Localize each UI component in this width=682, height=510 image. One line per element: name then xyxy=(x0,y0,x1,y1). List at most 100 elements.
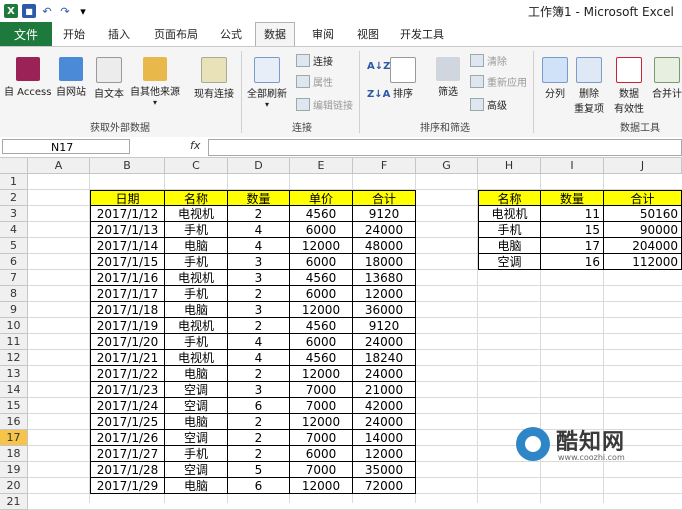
table-cell[interactable]: 6000 xyxy=(290,254,353,270)
row-header-18[interactable]: 18 xyxy=(0,446,28,462)
filter-button[interactable]: 筛选 xyxy=(436,57,460,98)
row-header-4[interactable]: 4 xyxy=(0,222,28,238)
table-cell[interactable]: 2017/1/15 xyxy=(90,254,165,270)
table-cell[interactable]: 2017/1/12 xyxy=(90,206,165,222)
table-cell[interactable]: 2017/1/22 xyxy=(90,366,165,382)
table-cell[interactable]: 3 xyxy=(228,302,290,318)
table-cell[interactable]: 13680 xyxy=(353,270,416,286)
row-header-7[interactable]: 7 xyxy=(0,270,28,286)
insert-function-icon[interactable]: fx xyxy=(190,139,200,152)
table-cell[interactable]: 2017/1/16 xyxy=(90,270,165,286)
row-header-16[interactable]: 16 xyxy=(0,414,28,430)
table-cell[interactable]: 2 xyxy=(228,414,290,430)
row-header-17[interactable]: 17 xyxy=(0,430,28,446)
save-icon[interactable]: ■ xyxy=(22,4,36,18)
table-cell[interactable]: 电视机 xyxy=(165,206,228,222)
row-header-8[interactable]: 8 xyxy=(0,286,28,302)
sort-button[interactable]: 排序 xyxy=(390,57,416,100)
column-header-i[interactable]: I xyxy=(541,158,604,174)
column-header-h[interactable]: H xyxy=(478,158,541,174)
row-header-12[interactable]: 12 xyxy=(0,350,28,366)
text-to-columns-button[interactable]: 分列 xyxy=(542,57,568,100)
table-cell[interactable]: 6 xyxy=(228,478,290,494)
summary-cell[interactable]: 手机 xyxy=(478,222,541,238)
advanced-filter-button[interactable]: 高级 xyxy=(470,97,507,112)
summary-header-cell[interactable]: 合计 xyxy=(604,190,682,206)
table-cell[interactable]: 24000 xyxy=(353,366,416,382)
table-cell[interactable]: 电视机 xyxy=(165,270,228,286)
excel-app-icon[interactable]: X xyxy=(4,4,18,18)
tab-developer[interactable]: 开发工具 xyxy=(400,26,444,42)
select-all-corner[interactable] xyxy=(0,158,28,174)
table-cell[interactable]: 4 xyxy=(228,238,290,254)
table-cell[interactable]: 2 xyxy=(228,206,290,222)
row-header-20[interactable]: 20 xyxy=(0,478,28,494)
table-cell[interactable]: 36000 xyxy=(353,302,416,318)
table-cell[interactable]: 24000 xyxy=(353,222,416,238)
summary-cell[interactable]: 16 xyxy=(541,254,604,270)
refresh-all-button[interactable]: 全部刷新 ▾ xyxy=(247,57,287,109)
row-header-3[interactable]: 3 xyxy=(0,206,28,222)
table-cell[interactable]: 空调 xyxy=(165,430,228,446)
summary-cell[interactable]: 11 xyxy=(541,206,604,222)
table-cell[interactable]: 电脑 xyxy=(165,414,228,430)
table-cell[interactable]: 4 xyxy=(228,334,290,350)
data-validation-button[interactable]: 数据 有效性 xyxy=(614,57,644,115)
table-cell[interactable]: 2017/1/20 xyxy=(90,334,165,350)
table-cell[interactable]: 2 xyxy=(228,430,290,446)
from-text-button[interactable]: 自文本 xyxy=(94,57,124,100)
tab-review[interactable]: 审阅 xyxy=(312,26,334,42)
tab-page-layout[interactable]: 页面布局 xyxy=(154,26,198,42)
from-other-sources-button[interactable]: 自其他来源 ▾ xyxy=(130,57,180,107)
table-cell[interactable]: 手机 xyxy=(165,446,228,462)
summary-header-cell[interactable]: 名称 xyxy=(478,190,541,206)
table-cell[interactable]: 6000 xyxy=(290,222,353,238)
table-cell[interactable]: 4560 xyxy=(290,206,353,222)
summary-cell[interactable]: 电视机 xyxy=(478,206,541,222)
column-header-e[interactable]: E xyxy=(290,158,353,174)
row-header-6[interactable]: 6 xyxy=(0,254,28,270)
table-cell[interactable]: 12000 xyxy=(353,446,416,462)
undo-icon[interactable]: ↶ xyxy=(40,4,54,18)
from-web-button[interactable]: 自网站 xyxy=(56,57,86,98)
reapply-button[interactable]: 重新应用 xyxy=(470,74,527,89)
table-cell[interactable]: 4560 xyxy=(290,318,353,334)
table-cell[interactable]: 48000 xyxy=(353,238,416,254)
table-cell[interactable]: 2017/1/14 xyxy=(90,238,165,254)
row-header-21[interactable]: 21 xyxy=(0,494,28,510)
table-header-cell[interactable]: 日期 xyxy=(90,190,165,206)
from-access-button[interactable]: 自 Access xyxy=(4,57,51,98)
table-cell[interactable]: 7000 xyxy=(290,382,353,398)
tab-file[interactable]: 文件 xyxy=(0,22,52,46)
summary-cell[interactable]: 电脑 xyxy=(478,238,541,254)
table-cell[interactable]: 7000 xyxy=(290,430,353,446)
sort-ascending-button[interactable]: A↓Z xyxy=(367,61,390,72)
table-cell[interactable]: 2017/1/27 xyxy=(90,446,165,462)
redo-icon[interactable]: ↷ xyxy=(58,4,72,18)
tab-insert[interactable]: 插入 xyxy=(108,26,130,42)
summary-cell[interactable]: 17 xyxy=(541,238,604,254)
column-header-c[interactable]: C xyxy=(165,158,228,174)
table-cell[interactable]: 2017/1/26 xyxy=(90,430,165,446)
table-cell[interactable]: 电视机 xyxy=(165,350,228,366)
tab-data[interactable]: 数据 xyxy=(255,22,295,47)
table-cell[interactable]: 2017/1/19 xyxy=(90,318,165,334)
table-cell[interactable]: 14000 xyxy=(353,430,416,446)
row-header-2[interactable]: 2 xyxy=(0,190,28,206)
connections-button[interactable]: 连接 xyxy=(296,53,333,68)
summary-cell[interactable]: 112000 xyxy=(604,254,682,270)
table-cell[interactable]: 4560 xyxy=(290,350,353,366)
existing-connections-button[interactable]: 现有连接 xyxy=(194,57,234,100)
table-cell[interactable]: 72000 xyxy=(353,478,416,494)
table-header-cell[interactable]: 单价 xyxy=(290,190,353,206)
table-cell[interactable]: 7000 xyxy=(290,462,353,478)
table-cell[interactable]: 6 xyxy=(228,398,290,414)
table-cell[interactable]: 空调 xyxy=(165,398,228,414)
table-cell[interactable]: 9120 xyxy=(353,318,416,334)
table-cell[interactable]: 手机 xyxy=(165,334,228,350)
table-cell[interactable]: 6000 xyxy=(290,446,353,462)
column-header-f[interactable]: F xyxy=(353,158,416,174)
summary-header-cell[interactable]: 数量 xyxy=(541,190,604,206)
column-header-g[interactable]: G xyxy=(416,158,478,174)
table-cell[interactable]: 7000 xyxy=(290,398,353,414)
